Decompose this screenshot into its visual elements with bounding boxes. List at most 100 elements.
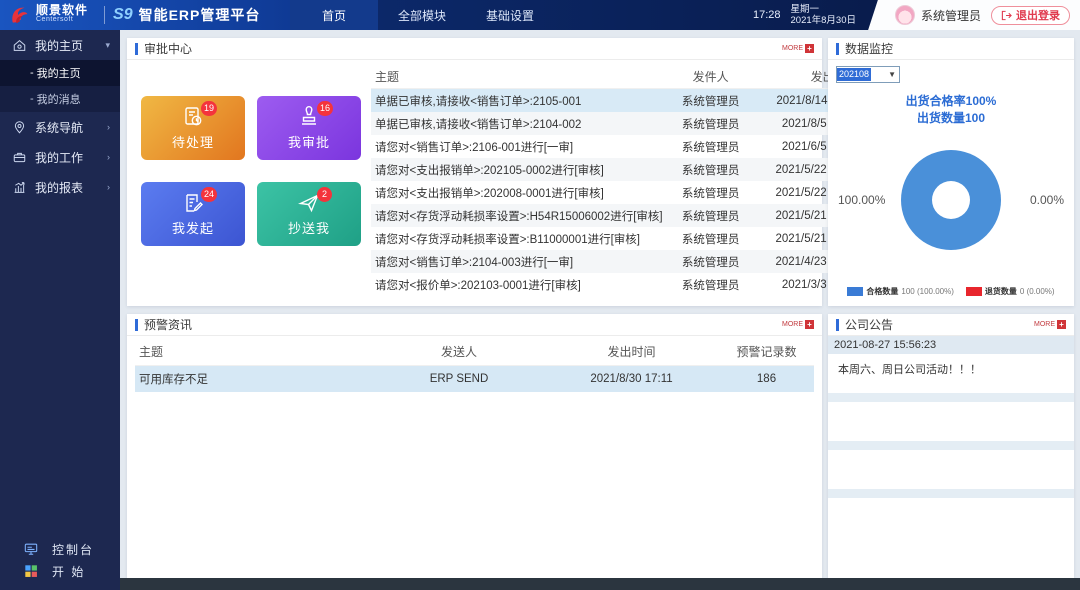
pending-count-badge: 19: [201, 101, 217, 116]
sidebar-item-my-reports[interactable]: 我的报表 ›: [0, 172, 120, 202]
cell-subject: 请您对<销售订单>:2106-001进行[一审]: [371, 139, 663, 155]
logout-icon: [1001, 10, 1012, 21]
cell-subject: 请您对<存货浮动耗损率设置>:H54R15006002进行[审核]: [371, 208, 663, 224]
cell-sender: ERP SEND: [374, 373, 544, 385]
cell-subject: 请您对<支出报销单>:202008-0001进行[审核]: [371, 185, 663, 201]
sidebar-item-label: 我的报表: [35, 179, 83, 196]
table-row[interactable]: 可用库存不足 ERP SEND 2021/8/30 17:11 186: [135, 366, 814, 392]
briefcase-icon: [12, 150, 27, 165]
table-row[interactable]: 请您对<支出报销单>:202008-0001进行[审核] 系统管理员 2021/…: [371, 181, 863, 204]
table-row[interactable]: 请您对<销售订单>:2106-001进行[一审] 系统管理员 2021/6/5 …: [371, 135, 863, 158]
qualified-percent-label: 100.00%: [838, 193, 885, 207]
panel-accent: [135, 43, 138, 55]
cell-sender: 系统管理员: [663, 208, 759, 224]
table-row[interactable]: 请您对<支出报销单>:202105-0002进行[审核] 系统管理员 2021/…: [371, 158, 863, 181]
more-plus-icon: +: [805, 44, 814, 53]
sidebar-footer: 控制台 开 始: [0, 538, 120, 582]
more-plus-icon: +: [1057, 320, 1066, 329]
cell-subject: 单据已审核,请接收<销售订单>:2104-002: [371, 116, 663, 132]
cell-sender: 系统管理员: [663, 139, 759, 155]
start-button[interactable]: 开 始: [0, 560, 120, 582]
tile-label: 待处理: [172, 132, 214, 151]
period-select[interactable]: 202108 ▼: [836, 66, 900, 83]
console-icon: [24, 542, 38, 556]
report-icon: [12, 180, 27, 195]
announcements-panel: 公司公告 MORE + 2021-08-27 15:56:23 本周六、周日公司…: [828, 314, 1074, 578]
table-row[interactable]: 请您对<存货浮动耗损率设置>:H54R15006002进行[审核] 系统管理员 …: [371, 204, 863, 227]
approval-tiles: 19 待处理 16 我审批 24: [141, 96, 361, 297]
col-alert-count: 预警记录数: [719, 343, 814, 360]
cell-subject: 单据已审核,请接收<销售订单>:2105-001: [371, 93, 663, 109]
user-name: 系统管理员: [921, 7, 981, 24]
cell-sender: 系统管理员: [663, 93, 759, 109]
announcements-more-button[interactable]: MORE +: [1034, 320, 1066, 329]
returned-percent-label: 0.00%: [1030, 193, 1064, 207]
chevron-right-icon: ›: [107, 152, 110, 162]
topbar-brand-area: 顺景软件 Centersoft S9 智能ERP管理平台: [0, 0, 290, 30]
sidebar-subitem-my-home[interactable]: 我的主页: [0, 60, 120, 86]
table-row[interactable]: 请您对<报价单>:202103-0001进行[审核] 系统管理员 2021/3/…: [371, 273, 863, 296]
s9-logo: S9: [113, 6, 133, 24]
alerts-table: 主题 发送人 发出时间 预警记录数 可用库存不足 ERP SEND 2021/8…: [127, 336, 822, 394]
cell-sender: 系统管理员: [663, 116, 759, 132]
cell-subject: 请您对<报价单>:202103-0001进行[审核]: [371, 277, 663, 293]
tab-all-modules[interactable]: 全部模块: [378, 0, 466, 30]
approval-panel-title: 审批中心: [144, 40, 192, 57]
cc-count-badge: 2: [317, 187, 332, 202]
table-row[interactable]: 请您对<存货浮动耗损率设置>:B11000001进行[审核] 系统管理员 202…: [371, 227, 863, 250]
legend-qualified: 合格数量 100 (100.00%): [847, 286, 953, 297]
current-date: 2021年8月30日: [791, 15, 856, 26]
tile-label: 抄送我: [288, 218, 330, 237]
approval-rows: 单据已审核,请接收<销售订单>:2105-001 系统管理员 2021/8/14…: [371, 89, 863, 296]
chevron-right-icon: ›: [107, 122, 110, 132]
pending-tile[interactable]: 19 待处理: [141, 96, 245, 160]
announcement-content[interactable]: 本周六、周日公司活动！！！: [828, 354, 1074, 386]
home-icon: [12, 38, 27, 53]
tab-basic-settings[interactable]: 基础设置: [466, 0, 554, 30]
topbar-nav: 首页 全部模块 基础设置 17:28 星期一 2021年8月30日: [290, 0, 882, 30]
sidebar-item-my-home[interactable]: 我的主页 ▾: [0, 30, 120, 60]
announcement-empty-slot: [828, 402, 1074, 434]
navigation-icon: [12, 120, 27, 135]
period-value: 202108: [837, 68, 871, 81]
announcement-date: 2021-08-27 15:56:23: [828, 336, 1074, 354]
sidebar-item-my-work[interactable]: 我的工作 ›: [0, 142, 120, 172]
legend-swatch-blue: [847, 287, 863, 296]
cell-sender: 系统管理员: [663, 231, 759, 247]
cell-alert-count: 186: [719, 373, 814, 385]
approval-more-button[interactable]: MORE +: [782, 44, 814, 53]
approval-table-header: 主题 发件人 发出时间: [371, 64, 863, 89]
announcements-panel-title: 公司公告: [845, 316, 893, 333]
sidebar-item-system-nav[interactable]: 系统导航 ›: [0, 112, 120, 142]
clock-area: 17:28 星期一 2021年8月30日: [753, 0, 882, 30]
centersoft-logo-icon: [8, 4, 32, 26]
announcement-empty-slot: [828, 498, 1074, 562]
announcement-empty-slot: [828, 393, 1074, 402]
table-row[interactable]: 单据已审核,请接收<销售订单>:2105-001 系统管理员 2021/8/14…: [371, 89, 863, 112]
more-plus-icon: +: [805, 320, 814, 329]
brand-name: 顺景软件: [36, 5, 88, 15]
tab-home[interactable]: 首页: [290, 0, 378, 30]
sidebar-subitem-my-messages[interactable]: 我的消息: [0, 86, 120, 112]
data-monitor-panel: 数据监控 202108 ▼ 出货合格率100% 出货数量100 100.00% …: [828, 38, 1074, 306]
col-sender: 发送人: [374, 343, 544, 360]
table-row[interactable]: 单据已审核,请接收<销售订单>:2104-002 系统管理员 2021/8/5 …: [371, 112, 863, 135]
logout-button[interactable]: 退出登录: [991, 6, 1070, 25]
donut-chart: 100.00% 0.00%: [836, 135, 1066, 265]
alerts-more-button[interactable]: MORE +: [782, 320, 814, 329]
console-button[interactable]: 控制台: [0, 538, 120, 560]
legend-returned: 退货数量 0 (0.00%): [966, 286, 1055, 297]
my-approvals-tile[interactable]: 16 我审批: [257, 96, 361, 160]
col-time: 发出时间: [544, 343, 719, 360]
topbar-user-area: 系统管理员 退出登录: [882, 0, 1080, 30]
sidebar: 我的主页 ▾ 我的主页 我的消息 系统导航 › 我的工作 › 我的报表 › 控制…: [0, 30, 120, 590]
announcement-empty-slot: [828, 441, 1074, 450]
cell-subject: 可用库存不足: [135, 371, 374, 387]
current-time: 17:28: [753, 9, 781, 21]
user-avatar[interactable]: [895, 5, 915, 25]
sidebar-submenu: 我的主页 我的消息: [0, 60, 120, 112]
start-icon: [24, 564, 38, 578]
started-by-me-tile[interactable]: 24 我发起: [141, 182, 245, 246]
cc-to-me-tile[interactable]: 2 抄送我: [257, 182, 361, 246]
table-row[interactable]: 请您对<销售订单>:2104-003进行[一审] 系统管理员 2021/4/23…: [371, 250, 863, 273]
